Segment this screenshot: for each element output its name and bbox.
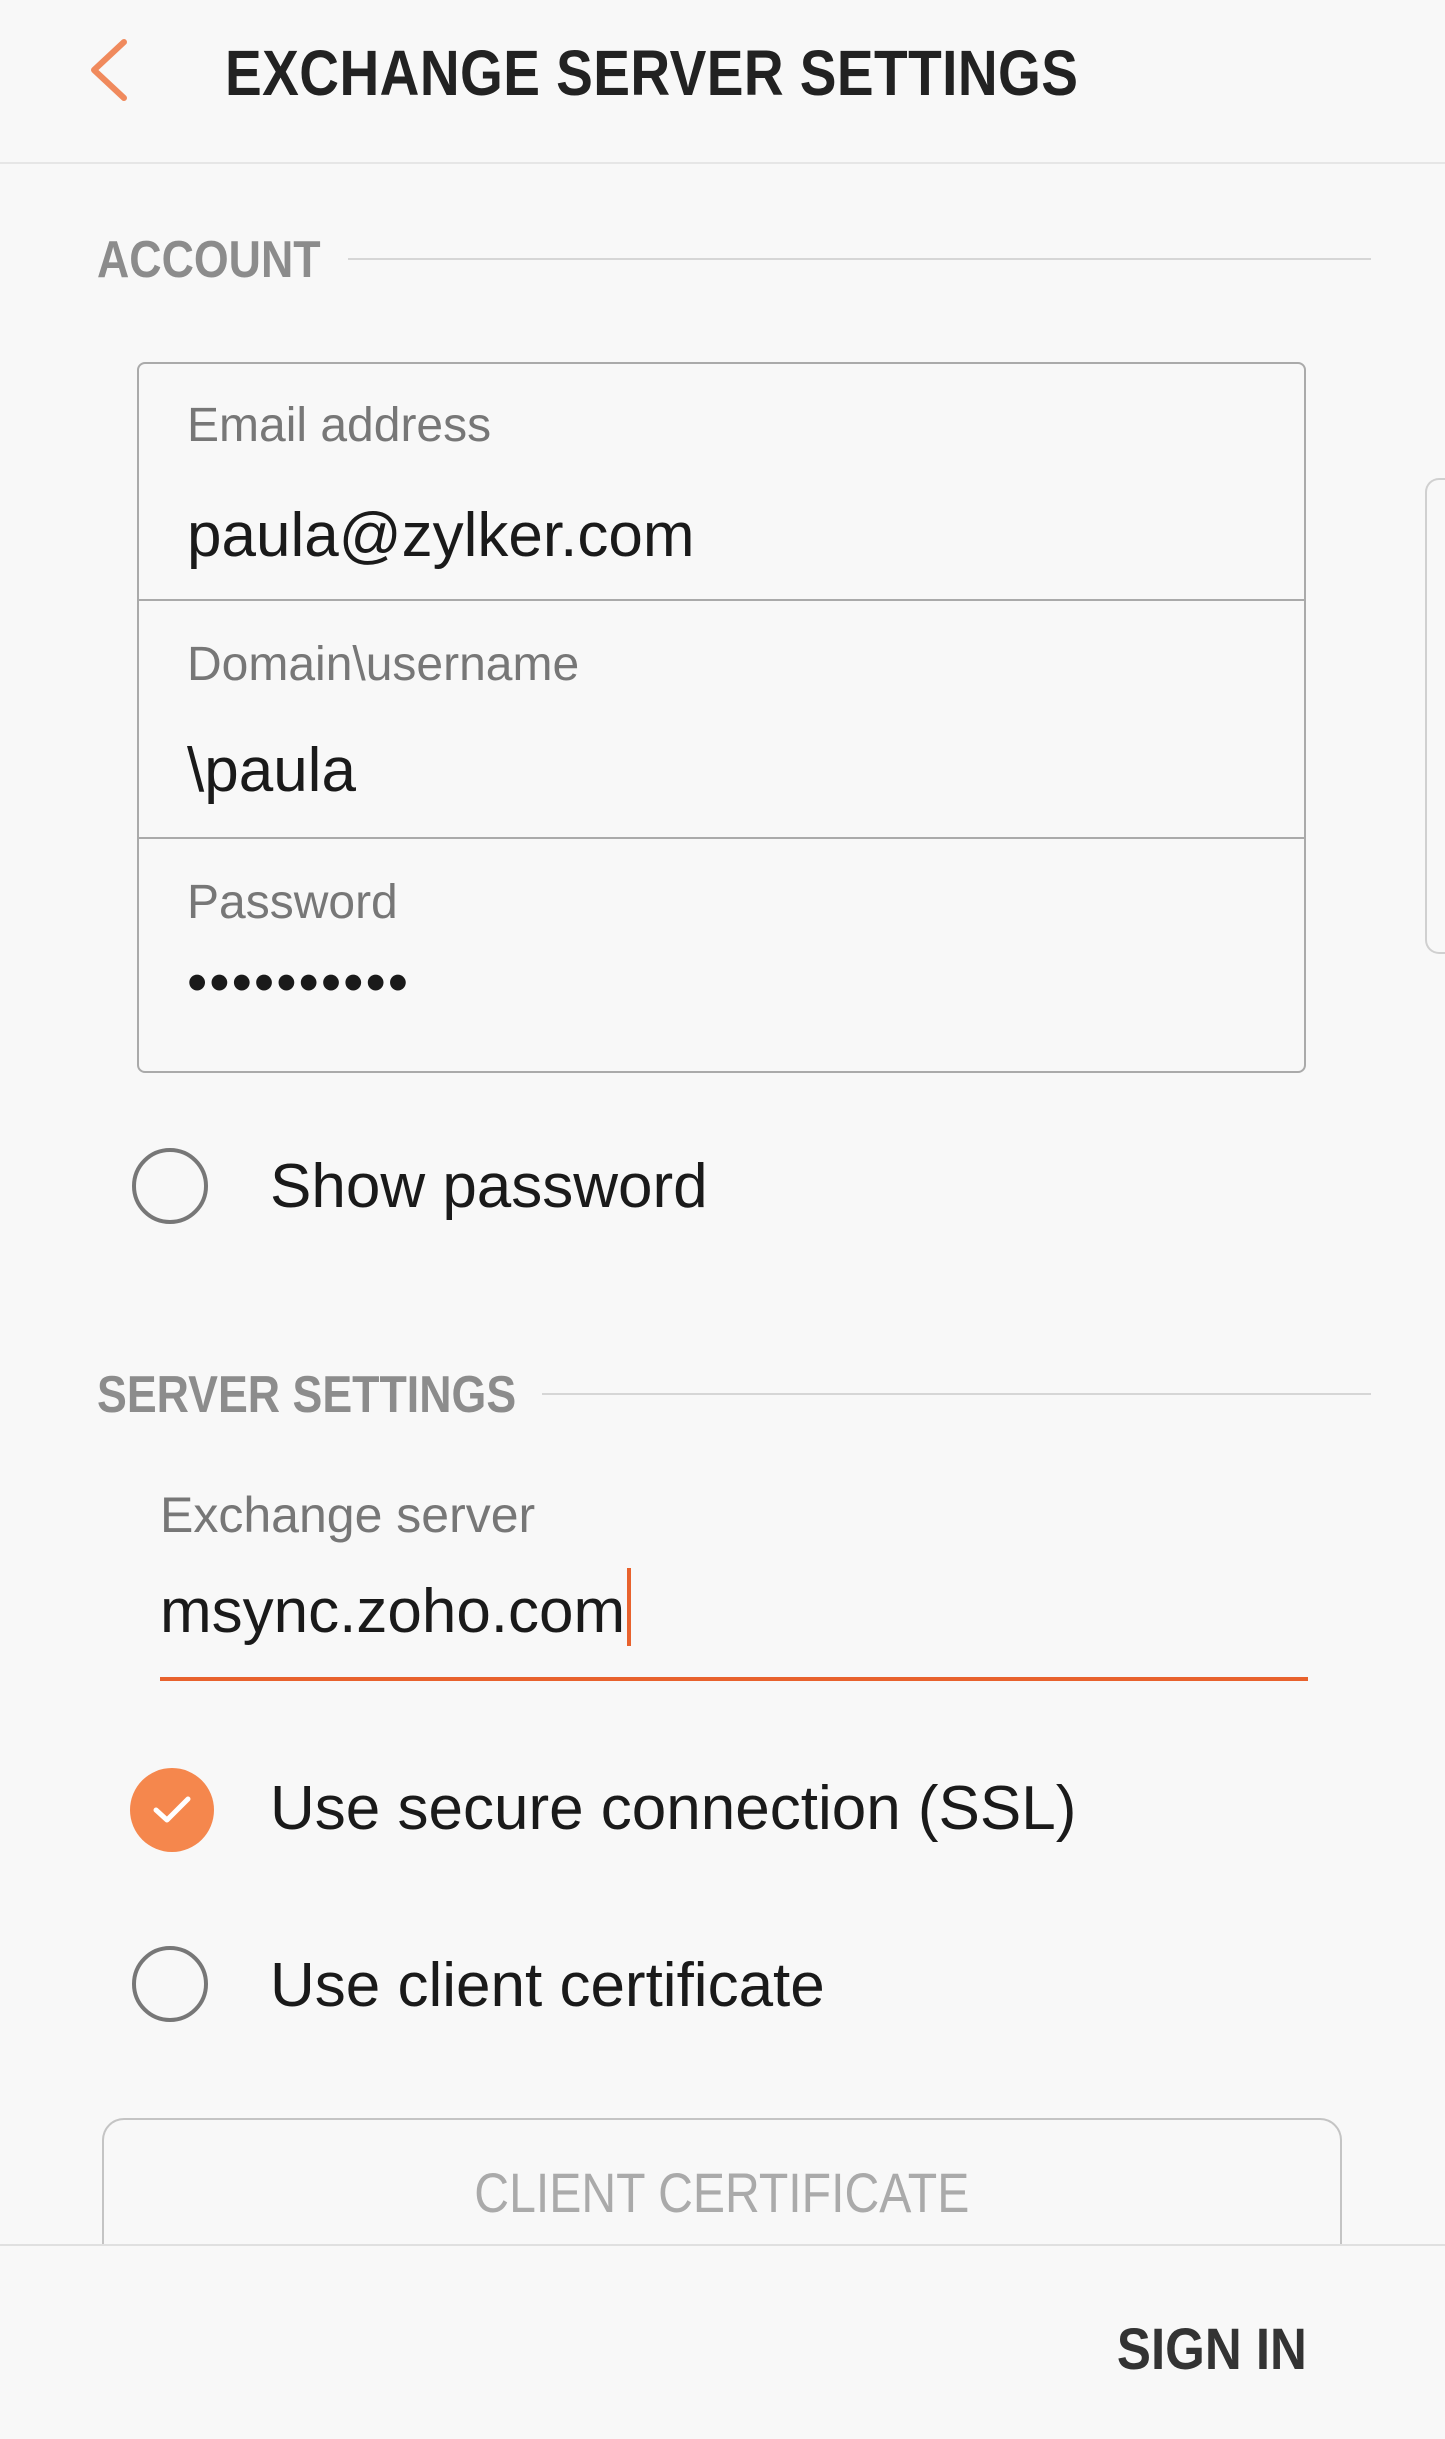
text-caret: [627, 1568, 632, 1646]
footer-bar: SIGN IN: [0, 2244, 1445, 2439]
email-field[interactable]: Email address paula@zylker.com: [139, 364, 1304, 600]
exchange-server-value[interactable]: msync.zoho.com: [160, 1577, 625, 1646]
exchange-server-label: Exchange server: [160, 1487, 536, 1543]
exchange-server-input[interactable]: msync.zoho.com: [160, 1568, 632, 1647]
username-field[interactable]: Domain\username \paula: [139, 601, 1304, 837]
account-section-title: ACCOUNT: [97, 231, 321, 289]
section-divider: [348, 258, 1371, 260]
ssl-label[interactable]: Use secure connection (SSL): [270, 1773, 1076, 1844]
email-label: Email address: [187, 399, 492, 452]
client-certificate-label[interactable]: Use client certificate: [270, 1950, 825, 2021]
checkmark-icon: [153, 1796, 191, 1823]
page-title: EXCHANGE SERVER SETTINGS: [225, 37, 1079, 109]
server-section-title: SERVER SETTINGS: [97, 1366, 517, 1424]
password-label: Password: [187, 876, 398, 929]
username-value[interactable]: \paula: [187, 735, 356, 806]
show-password-radio[interactable]: [132, 1148, 208, 1224]
input-underline: [160, 1677, 1308, 1681]
edge-panel-handle[interactable]: [1425, 478, 1445, 954]
password-value[interactable]: ••••••••••: [187, 949, 410, 1016]
show-password-label[interactable]: Show password: [270, 1151, 708, 1222]
sign-in-button[interactable]: SIGN IN: [1117, 2316, 1307, 2383]
ssl-checkbox[interactable]: [130, 1768, 214, 1852]
email-value[interactable]: paula@zylker.com: [187, 500, 694, 571]
chevron-left-icon[interactable]: [82, 36, 142, 104]
app-header: EXCHANGE SERVER SETTINGS: [0, 0, 1445, 164]
account-card: Email address paula@zylker.com Domain\us…: [137, 362, 1306, 1073]
client-certificate-radio[interactable]: [132, 1946, 208, 2022]
username-label: Domain\username: [187, 638, 580, 691]
password-field[interactable]: Password ••••••••••: [139, 839, 1304, 1071]
section-divider: [542, 1393, 1371, 1395]
